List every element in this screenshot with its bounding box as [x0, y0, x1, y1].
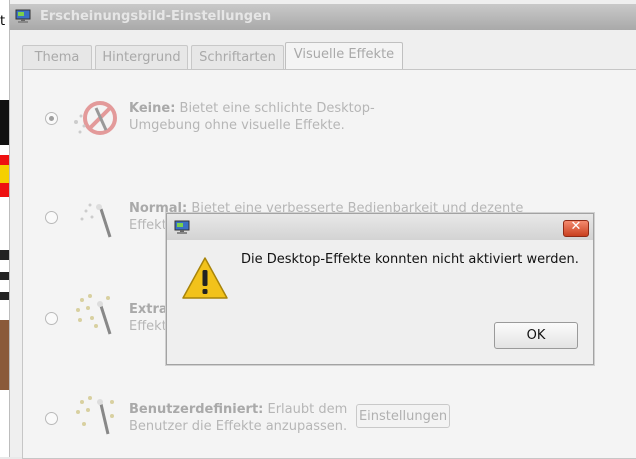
background-text: t [0, 14, 6, 29]
option-keine-text: Keine: Bietet eine schlichte Desktop- Um… [129, 100, 549, 134]
tab-thema[interactable]: Thema [22, 45, 92, 69]
window-titlebar[interactable]: Erscheinungsbild-Einstellungen [10, 4, 636, 30]
background-block [0, 272, 9, 280]
extra-effects-icon [76, 294, 112, 335]
background-block [0, 292, 9, 300]
option-keine-desc1: Bietet eine schlichte Desktop- [175, 101, 375, 116]
dialog-titlebar[interactable]: ✕ [167, 214, 593, 240]
background-page: t [0, 0, 9, 457]
background-block [0, 165, 9, 183]
option-keine-desc2: Umgebung ohne visuelle Effekte. [129, 118, 345, 133]
ok-button[interactable]: OK [494, 322, 578, 349]
dialog-close-button[interactable]: ✕ [563, 219, 589, 237]
background-block [0, 250, 9, 260]
dialog-message: Die Desktop-Effekte konnten nicht aktivi… [241, 252, 579, 267]
tab-schriftarten[interactable]: Schriftarten [191, 45, 284, 69]
radio-extra[interactable] [45, 312, 58, 325]
option-keine-name: Keine: [129, 101, 176, 116]
tab-hintergrund[interactable]: Hintergrund [95, 45, 188, 69]
background-block [0, 100, 9, 145]
window-title: Erscheinungsbild-Einstellungen [40, 9, 272, 24]
tab-visuelle-effekte[interactable]: Visuelle Effekte [285, 42, 403, 71]
monitor-icon [15, 9, 31, 23]
settings-button[interactable]: Einstellungen [356, 404, 450, 428]
close-icon: ✕ [570, 219, 582, 234]
no-effects-icon [74, 101, 117, 135]
error-dialog: ✕ Die Desktop-Effekte konnten nicht akti… [166, 213, 594, 365]
option-benutzerdefiniert-desc1: Erlaubt dem [263, 402, 348, 417]
custom-effects-icon [76, 396, 114, 435]
radio-normal[interactable] [45, 211, 58, 224]
warning-icon [182, 257, 228, 299]
radio-benutzerdefiniert[interactable] [45, 412, 58, 425]
background-image [0, 320, 9, 390]
normal-effects-icon [80, 203, 112, 238]
radio-keine[interactable] [45, 112, 58, 125]
option-benutzerdefiniert-text: Benutzerdefiniert: Erlaubt dem Benutzer … [129, 401, 549, 435]
option-benutzerdefiniert-name: Benutzerdefiniert: [129, 402, 264, 417]
monitor-icon [174, 220, 190, 234]
option-benutzerdefiniert-desc2: Benutzer die Effekte anzupassen. [129, 419, 348, 434]
